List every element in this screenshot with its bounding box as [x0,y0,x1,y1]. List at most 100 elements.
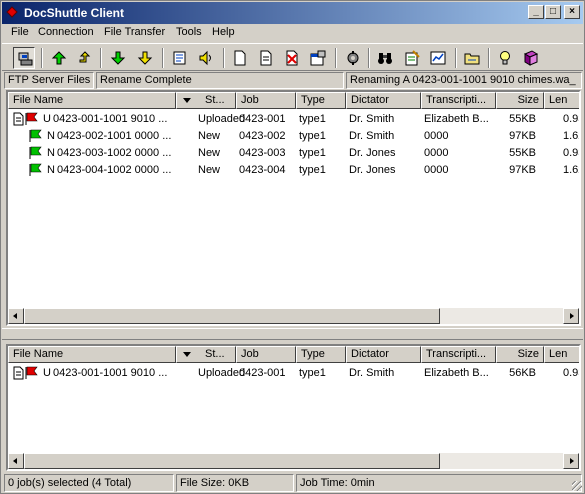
scroll-thumb[interactable] [24,453,440,469]
col-header-length[interactable]: Len [544,92,579,109]
upload-icon [51,51,67,65]
toolbar-separator [100,48,102,68]
menu-help[interactable]: Help [212,26,235,38]
document-flag-icon [13,366,38,380]
folder-button[interactable] [461,47,483,69]
title-bar[interactable]: DocShuttle Client _ □ × [2,2,583,24]
edit-doc-button[interactable] [169,47,191,69]
tip-icon [500,51,510,65]
row-prefix: U [43,367,51,379]
scroll-left-icon [13,458,17,464]
length-cell: 0.93 [563,113,579,125]
menu-bar: File Connection File Transfer Tools Help [2,24,583,42]
col-header-file-name[interactable]: File Name [8,92,176,109]
server-file-list[interactable]: File Name St... Job Type Dictator Transc… [6,90,581,326]
properties-icon [310,50,326,66]
local-file-list[interactable]: File Name St... Job Type Dictator Transc… [6,344,581,471]
file-name-cell: 0423-003-1002 0000 ... [57,147,172,159]
size-cell: 56KB [509,367,536,379]
col-header-dictator[interactable]: Dictator [346,92,421,109]
scroll-left-button[interactable] [8,308,24,324]
col-header-job[interactable]: Job [236,92,296,109]
table-row[interactable]: U 0423-001-1001 9010 ... Uploaded 0423-001 t… [8,365,579,382]
col-header-length[interactable]: Len [544,346,579,363]
toolbar-separator [335,48,337,68]
connect-button[interactable] [13,47,35,69]
type-cell: type1 [299,367,326,379]
transcriptionist-cell: Elizabeth B... [424,367,489,379]
size-cell: 55KB [509,147,536,159]
col-header-size[interactable]: Size [496,346,544,363]
app-window: DocShuttle Client _ □ × File Connection … [0,0,585,494]
scroll-right-button[interactable] [563,453,579,469]
delete-doc-button[interactable] [281,47,303,69]
col-header-transcriptionist[interactable]: Transcripti... [421,92,496,109]
red-flag-icon [26,112,38,122]
col-header-file-name[interactable]: File Name [8,346,176,363]
refresh-button[interactable] [74,47,96,69]
resize-grip[interactable] [572,481,582,491]
file-size-status: File Size: 0KB [176,474,294,492]
col-header-job[interactable]: Job [236,346,296,363]
transcriptionist-cell: 0000 [424,147,449,159]
settings-button[interactable] [342,47,364,69]
menu-file[interactable]: File [11,26,29,38]
menu-file-transfer[interactable]: File Transfer [104,26,165,38]
close-button[interactable]: × [564,5,580,19]
col-header-status[interactable]: St... [176,92,236,109]
row-prefix: U [43,113,51,125]
maximize-button[interactable]: □ [545,5,561,19]
delete-doc-icon [286,50,298,66]
toolbar-separator [162,48,164,68]
size-cell: 55KB [509,113,536,125]
job-cell: 0423-001 [239,367,286,379]
find-button[interactable] [374,47,396,69]
receive-button[interactable] [134,47,156,69]
job-cell: 0423-002 [239,130,286,142]
file-name-cell: 0423-001-1001 9010 ... [53,367,168,379]
horizontal-scrollbar[interactable] [8,308,579,324]
menu-connection[interactable]: Connection [38,26,94,38]
table-row[interactable]: N 0423-003-1002 0000 ... New 0423-003 type1 D… [8,145,579,162]
col-header-dictator[interactable]: Dictator [346,346,421,363]
length-cell: 1.62 [563,164,579,176]
horizontal-scrollbar[interactable] [8,453,579,469]
row-icons [13,112,43,129]
toolbar-separator [488,48,490,68]
tip-button[interactable] [494,47,516,69]
minimize-button[interactable]: _ [528,5,544,19]
row-prefix: N [47,164,55,176]
table-row[interactable]: N 0423-004-1002 0000 ... New 0423-004 type1 D… [8,162,579,179]
table-row[interactable]: U 0423-001-1001 9010 ... Uploaded 0423-001 t… [8,111,579,128]
table-row[interactable]: N 0423-002-1001 0000 ... New 0423-002 type1 D… [8,128,579,145]
col-header-type[interactable]: Type [296,346,346,363]
help-book-button[interactable] [520,47,542,69]
job-time-status: Job Time: 0min [296,474,582,492]
file-name-cell: 0423-002-1001 0000 ... [57,130,172,142]
col-header-size[interactable]: Size [496,92,544,109]
list-header: File Name St... Job Type Dictator Transc… [8,346,579,363]
file-name-cell: 0423-001-1001 9010 ... [53,113,168,125]
download-icon [110,51,126,65]
col-header-type[interactable]: Type [296,92,346,109]
properties-button[interactable] [307,47,329,69]
green-flag-icon [30,129,42,139]
report-button[interactable] [427,47,449,69]
col-header-transcriptionist[interactable]: Transcripti... [421,346,496,363]
scroll-left-icon [13,313,17,319]
audio-button[interactable] [195,47,217,69]
scroll-left-button[interactable] [8,453,24,469]
new-doc-button[interactable] [229,47,251,69]
app-logo-icon [6,6,18,18]
scroll-right-button[interactable] [563,308,579,324]
col-header-status[interactable]: St... [176,346,236,363]
scroll-thumb[interactable] [24,308,440,324]
notes-button[interactable] [401,47,423,69]
download-button[interactable] [107,47,129,69]
notes-icon [405,50,420,66]
pane-splitter[interactable] [2,328,583,340]
upload-button[interactable] [48,47,70,69]
doc-button[interactable] [255,47,277,69]
menu-tools[interactable]: Tools [176,26,202,38]
transcriptionist-cell: 0000 [424,130,449,142]
